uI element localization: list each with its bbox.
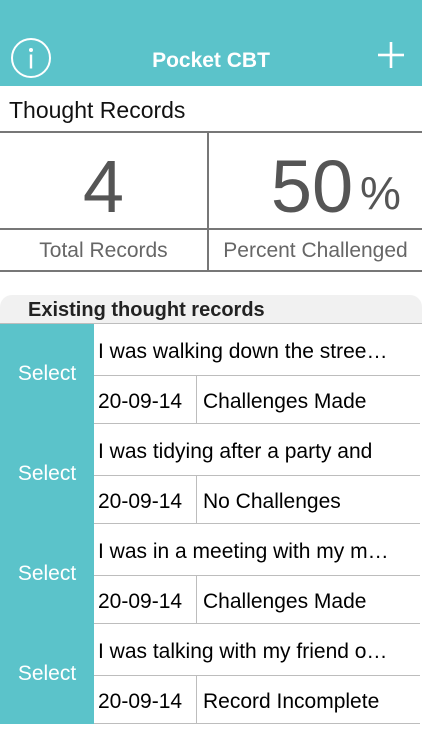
select-button[interactable]: Select	[0, 524, 94, 624]
navigation-bar: Pocket CBT	[0, 0, 422, 86]
plus-icon[interactable]	[378, 42, 404, 68]
list-item: Select I was tidying after a party and 20-…	[0, 424, 422, 524]
divider	[94, 375, 420, 376]
percent-challenged-value: 50	[270, 145, 354, 228]
record-status: Challenges Made	[203, 390, 367, 413]
record-date: 20-09-14	[98, 390, 183, 413]
record-date: 20-09-14	[98, 590, 183, 613]
list-item: Select I was talking with my friend o… 20-…	[0, 624, 422, 724]
divider	[0, 228, 422, 230]
divider	[94, 575, 420, 576]
record-date: 20-09-14	[98, 490, 183, 513]
record-description[interactable]: I was walking down the stree…	[98, 340, 418, 364]
divider	[196, 576, 197, 624]
record-description[interactable]: I was talking with my friend o…	[98, 640, 418, 664]
list-header-title: Existing thought records	[28, 299, 265, 321]
record-description[interactable]: I was in a meeting with my m…	[98, 540, 418, 564]
percent-challenged-label: Percent Challenged	[223, 239, 408, 262]
divider	[0, 131, 422, 133]
app-title: Pocket CBT	[152, 49, 270, 72]
list-header: Existing thought records	[0, 295, 422, 323]
total-records-value: 4	[82, 145, 125, 228]
divider	[0, 323, 422, 324]
divider	[94, 723, 420, 724]
divider	[94, 675, 420, 676]
percent-unit: %	[360, 167, 401, 219]
divider	[94, 475, 420, 476]
select-button[interactable]: Select	[0, 624, 94, 724]
total-records-label: Total Records	[39, 239, 168, 262]
select-button[interactable]: Select	[0, 324, 94, 424]
list-item: Select I was in a meeting with my m… 20-09…	[0, 524, 422, 624]
record-status: Challenges Made	[203, 590, 367, 613]
list-item: Select I was walking down the stree… 20-09…	[0, 324, 422, 424]
divider	[0, 270, 422, 272]
divider	[196, 476, 197, 524]
section-title: Thought Records	[9, 97, 186, 123]
divider	[196, 376, 197, 424]
record-description[interactable]: I was tidying after a party and	[98, 440, 418, 464]
record-status: No Challenges	[203, 490, 341, 513]
record-date: 20-09-14	[98, 690, 183, 713]
divider	[196, 676, 197, 724]
select-button[interactable]: Select	[0, 424, 94, 524]
record-status: Record Incomplete	[203, 690, 380, 713]
